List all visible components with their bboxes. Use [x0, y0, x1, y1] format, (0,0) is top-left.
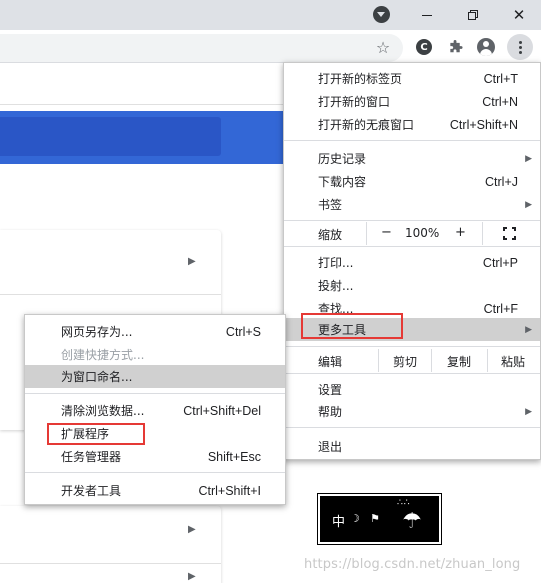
menu-edit-row: 编辑 剪切 复制 粘贴	[284, 349, 540, 372]
rain-drops-icon: ∴∴	[397, 498, 411, 508]
chevron-right-icon[interactable]: ▶	[188, 524, 196, 535]
moon-icon: ☽	[350, 512, 360, 525]
submenu-item-create-shortcut[interactable]: 创建快捷方式...	[25, 343, 285, 366]
menu-item-new-window[interactable]: 打开新的窗口 Ctrl+N	[284, 90, 540, 113]
paste-button[interactable]: 粘贴	[501, 353, 525, 370]
menu-item-settings[interactable]: 设置	[284, 378, 540, 401]
close-icon: ✕	[512, 5, 526, 24]
chevron-right-icon: ▶	[525, 406, 532, 417]
menu-separator	[284, 140, 540, 141]
submenu-item-task-manager[interactable]: 任务管理器 Shift+Esc	[25, 445, 285, 468]
shirt-icon: ⚑	[370, 512, 380, 525]
chevron-right-icon[interactable]: ▶	[188, 571, 196, 582]
extension-badge: C	[416, 39, 432, 55]
page-divider	[0, 104, 300, 105]
card-divider	[0, 294, 221, 295]
umbrella-icon: ☂	[402, 509, 422, 534]
edit-label: 编辑	[318, 355, 343, 369]
tab-search-chevron-down-icon[interactable]	[373, 6, 390, 23]
submenu-item-save-page[interactable]: 网页另存为... Ctrl+S	[25, 320, 285, 343]
chevron-right-icon: ▶	[525, 199, 532, 210]
menu-separator	[284, 373, 540, 374]
menu-item-cast[interactable]: 投射...	[284, 274, 540, 297]
submenu-separator	[25, 393, 285, 394]
fullscreen-icon[interactable]	[503, 227, 516, 240]
three-dot-menu-icon[interactable]	[507, 34, 533, 60]
profile-avatar-icon[interactable]	[475, 36, 497, 58]
minimize-button[interactable]	[404, 0, 450, 30]
annotation-box-extensions	[47, 423, 145, 445]
submenu-item-developer-tools[interactable]: 开发者工具 Ctrl+Shift+I	[25, 479, 285, 502]
puzzle-icon-svg	[449, 39, 463, 52]
menu-separator	[284, 246, 540, 247]
chrome-main-menu: 打开新的标签页 Ctrl+T 打开新的窗口 Ctrl+N 打开新的无痕窗口 Ctrl+…	[283, 62, 541, 460]
menu-item-downloads[interactable]: 下载内容 Ctrl+J	[284, 170, 540, 193]
submenu-item-clear-browsing-data[interactable]: 清除浏览数据... Ctrl+Shift+Del	[25, 399, 285, 422]
menu-item-print[interactable]: 打印... Ctrl+P	[284, 251, 540, 274]
zoom-in-button[interactable]: +	[455, 225, 466, 240]
menu-item-help[interactable]: 帮助 ▶	[284, 400, 540, 423]
chevron-right-icon: ▶	[525, 324, 532, 335]
chevron-right-icon[interactable]: ▶	[188, 256, 196, 267]
logo-text: 中	[332, 515, 346, 530]
restore-button[interactable]	[450, 0, 496, 30]
page-search-box[interactable]	[0, 117, 221, 156]
copy-button[interactable]: 复制	[447, 353, 471, 370]
menu-item-bookmarks[interactable]: 书签 ▶	[284, 193, 540, 216]
menu-separator	[284, 346, 540, 347]
watermark: https://blog.csdn.net/zhuan_long	[304, 557, 521, 572]
avatar	[477, 38, 495, 56]
close-window-button[interactable]: ✕	[496, 0, 541, 30]
zoom-label: 缩放	[318, 228, 343, 242]
chevron-right-icon: ▶	[525, 153, 532, 164]
submenu-item-name-window[interactable]: 为窗口命名...	[25, 365, 285, 388]
site-logo: 中 ☽ ⚑ ∴∴ ☂	[317, 493, 442, 545]
menu-item-exit[interactable]: 退出	[284, 435, 540, 458]
menu-separator	[284, 220, 540, 221]
more-tools-submenu: 网页另存为... Ctrl+S 创建快捷方式... 为窗口命名... 清除浏览数据…	[24, 314, 286, 505]
zoom-out-button[interactable]: −	[381, 225, 392, 240]
bookmark-star-icon[interactable]: ☆	[372, 36, 394, 58]
address-bar[interactable]	[0, 34, 403, 62]
extension-icon[interactable]: C	[413, 36, 435, 58]
menu-zoom-row: 缩放 − 100% +	[284, 222, 540, 245]
menu-item-new-tab[interactable]: 打开新的标签页 Ctrl+T	[284, 67, 540, 90]
menu-separator	[284, 427, 540, 428]
puzzle-icon[interactable]	[444, 36, 466, 58]
cut-button[interactable]: 剪切	[393, 353, 417, 370]
restore-icon	[468, 10, 478, 20]
menu-item-history[interactable]: 历史记录 ▶	[284, 147, 540, 170]
zoom-level: 100%	[405, 226, 440, 240]
minimize-icon	[422, 14, 432, 16]
card-divider-2	[0, 563, 221, 564]
annotation-box-more-tools	[301, 313, 403, 339]
submenu-separator	[25, 472, 285, 473]
menu-item-new-incognito-window[interactable]: 打开新的无痕窗口 Ctrl+Shift+N	[284, 113, 540, 136]
